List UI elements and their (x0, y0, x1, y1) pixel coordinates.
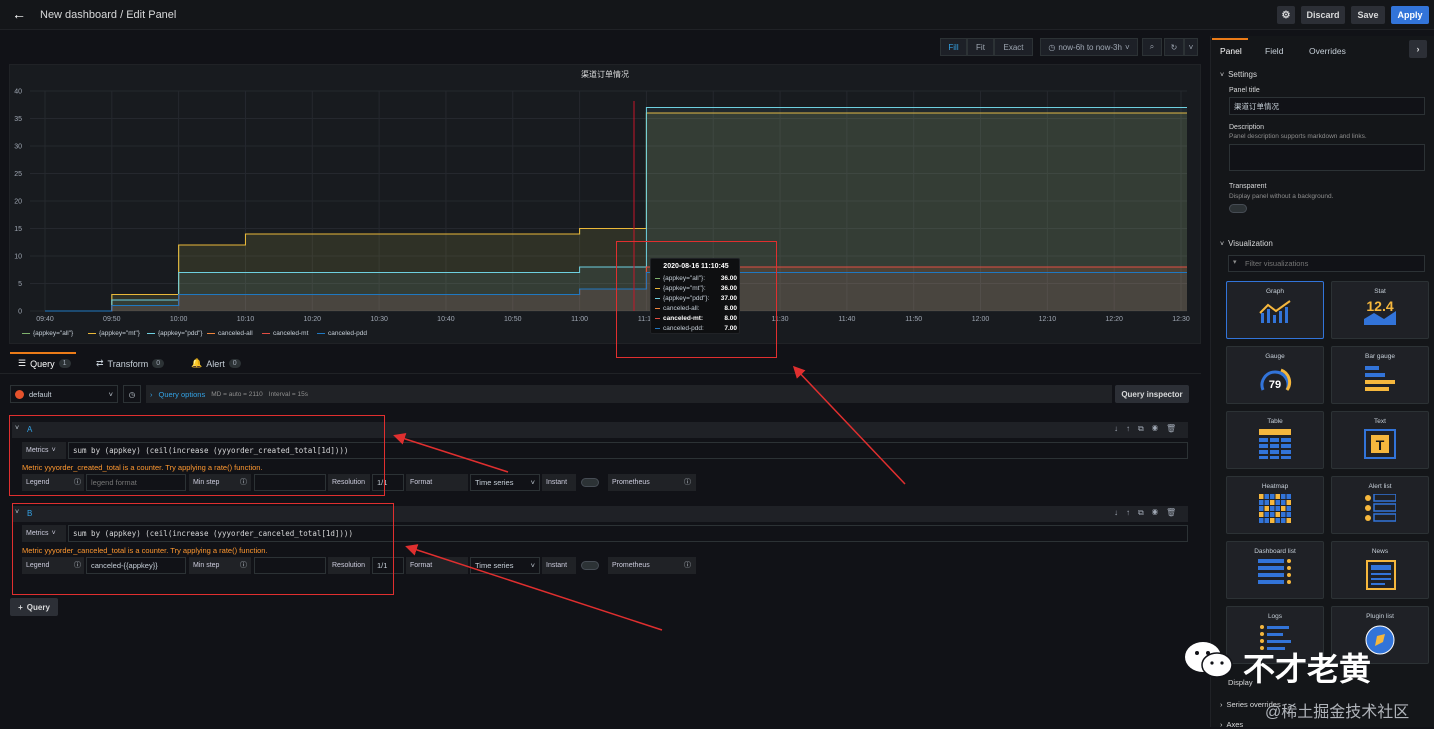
viz-card-stat[interactable]: Stat 12.4 (1331, 281, 1429, 339)
chevron-down-icon: ˅ (1220, 241, 1225, 248)
visualization-section[interactable]: ˅ Visualization (1220, 239, 1273, 248)
svg-text:79: 79 (1269, 379, 1281, 391)
transparent-toggle[interactable] (1229, 204, 1247, 213)
description-label: Description (1229, 124, 1265, 131)
viz-card-label: Text (1374, 418, 1386, 425)
viz-card-label: Stat (1374, 288, 1386, 295)
watermark-site: @稀土掘金技术社区 (1265, 704, 1410, 721)
description-hint: Panel description supports markdown and … (1229, 133, 1367, 140)
settings-section[interactable]: ˅ Settings (1220, 70, 1257, 79)
viz-card-gauge[interactable]: Gauge 79 (1226, 346, 1324, 404)
tab-overrides[interactable]: Overrides (1309, 46, 1346, 56)
tab-field[interactable]: Field (1265, 46, 1283, 56)
viz-card-label: Bar gauge (1365, 353, 1395, 360)
text-viz-icon: T (1332, 429, 1428, 459)
viz-card-label: News (1371, 548, 1389, 555)
axes-section[interactable]: › Axes (1220, 720, 1243, 729)
chevron-right-icon: › (1220, 700, 1223, 709)
viz-card-graph[interactable]: Graph (1226, 281, 1324, 339)
tab-panel-underline (1212, 38, 1248, 40)
viz-card-label: Gauge (1265, 353, 1285, 360)
collapse-pane-button[interactable]: › (1409, 40, 1427, 58)
viz-card-label: Dashboard list (1254, 548, 1296, 555)
transparent-label: Transparent (1229, 183, 1267, 190)
filter-visualizations-input[interactable] (1228, 255, 1425, 272)
svg-text:12.4: 12.4 (1366, 299, 1393, 314)
viz-card-alertlist[interactable]: Alert list (1331, 476, 1429, 534)
tab-panel[interactable]: Panel (1220, 46, 1242, 56)
settings-label: Settings (1228, 70, 1257, 79)
svg-text:T: T (1376, 437, 1385, 453)
viz-card-heatmap[interactable]: Heatmap (1226, 476, 1324, 534)
gauge-viz-icon: 79 (1227, 364, 1323, 396)
bargauge-viz-icon (1332, 364, 1428, 396)
viz-card-label: Table (1267, 418, 1283, 425)
wechat-logo-icon (1183, 639, 1235, 681)
watermark-brand: 不才老黄 (1243, 651, 1372, 687)
filter-icon: ▾ (1233, 259, 1237, 266)
table-viz-icon (1227, 429, 1323, 459)
axes-label: Axes (1226, 720, 1244, 729)
transparent-hint: Display panel without a background. (1229, 193, 1334, 200)
viz-card-bargauge[interactable]: Bar gauge (1331, 346, 1429, 404)
viz-card-label: Plugin list (1366, 613, 1394, 620)
viz-card-label: Graph (1265, 288, 1285, 295)
description-textarea[interactable] (1229, 144, 1425, 171)
viz-card-label: Heatmap (1261, 483, 1289, 490)
dashlist-viz-icon (1227, 559, 1323, 589)
viz-card-dashlist[interactable]: Dashboard list (1226, 541, 1324, 599)
viz-card-news[interactable]: News (1331, 541, 1429, 599)
viz-card-label: Logs (1267, 613, 1283, 620)
viz-card-text[interactable]: Text T (1331, 411, 1429, 469)
visualization-label: Visualization (1228, 239, 1273, 248)
news-viz-icon (1332, 559, 1428, 591)
viz-card-label: Alert list (1368, 483, 1392, 490)
chevron-right-icon: › (1220, 720, 1223, 729)
graph-viz-icon (1227, 299, 1323, 325)
viz-card-table[interactable]: Table (1226, 411, 1324, 469)
alertlist-viz-icon (1332, 494, 1428, 524)
panel-title-input[interactable]: 渠道订单情况 (1229, 97, 1425, 115)
panel-title-label: Panel title (1229, 87, 1260, 94)
heatmap-viz-icon (1227, 494, 1323, 524)
stat-viz-icon: 12.4 (1332, 299, 1428, 327)
chevron-down-icon: ˅ (1220, 72, 1225, 79)
